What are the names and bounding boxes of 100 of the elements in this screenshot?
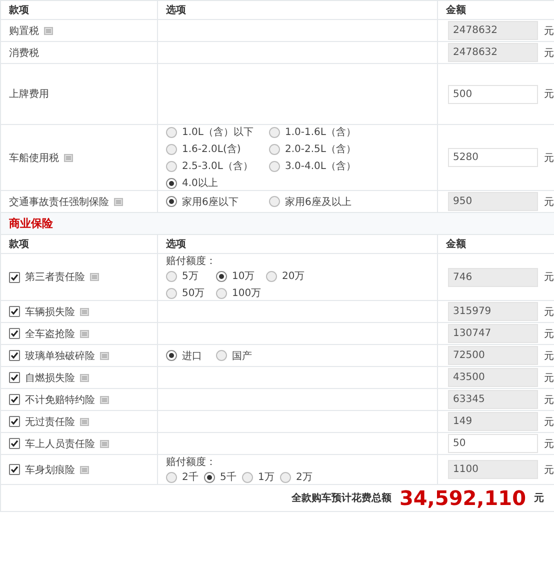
radio-button[interactable] — [166, 178, 177, 188]
info-icon[interactable] — [80, 466, 89, 474]
amount-field[interactable]: 2478632 — [448, 43, 538, 62]
option-label: 1万 — [258, 471, 274, 484]
radio-button[interactable] — [166, 472, 177, 482]
option-label: 家用6座及以上 — [285, 196, 352, 208]
column-header: 款项 — [9, 5, 29, 16]
amount-field[interactable]: 1100 — [448, 460, 538, 479]
amount-field[interactable]: 149 — [448, 412, 538, 431]
checkbox[interactable] — [9, 416, 20, 427]
radio-button[interactable] — [266, 270, 277, 282]
unit-label: 元 — [544, 372, 554, 384]
unit-label: 元 — [544, 271, 554, 284]
option-label: 2.5-3.0L（含） — [182, 160, 253, 173]
total-value: 34,592,110 — [399, 486, 526, 510]
checkbox[interactable] — [9, 306, 20, 317]
radio-button[interactable] — [166, 160, 177, 172]
radio-button[interactable] — [166, 288, 177, 298]
item-label: 不计免赔特约险 — [25, 394, 95, 406]
radio-button[interactable] — [269, 196, 280, 207]
amount-field[interactable]: 72500 — [448, 346, 538, 365]
info-icon[interactable] — [64, 154, 73, 162]
checkbox[interactable] — [9, 272, 20, 282]
unit-label: 元 — [534, 492, 544, 505]
option-label: 3.0-4.0L（含） — [285, 160, 356, 173]
info-icon[interactable] — [100, 440, 109, 448]
radio-button[interactable] — [204, 472, 215, 482]
option-label: 1.0-1.6L（含） — [285, 126, 356, 139]
item-label: 交通事故责任强制保险 — [9, 196, 109, 208]
radio-button[interactable] — [216, 350, 227, 361]
radio-button[interactable] — [269, 144, 280, 154]
radio-button[interactable] — [280, 472, 291, 482]
radio-button[interactable] — [166, 144, 177, 154]
radio-button[interactable] — [166, 126, 177, 138]
unit-label: 元 — [544, 416, 554, 428]
total-label: 全款购车预计花费总额 — [291, 491, 392, 505]
checkbox[interactable] — [9, 328, 20, 339]
option-label: 4.0以上 — [182, 176, 218, 190]
radio-button[interactable] — [269, 160, 280, 172]
item-label: 车辆损失险 — [25, 306, 75, 318]
radio-button[interactable] — [269, 126, 280, 138]
radio-button[interactable] — [242, 472, 253, 482]
option-label: 5千 — [220, 470, 236, 484]
amount-field[interactable]: 63345 — [448, 390, 538, 409]
amount-field[interactable]: 5280 — [448, 148, 538, 167]
amount-field[interactable]: 950 — [448, 192, 538, 211]
option-title: 赔付额度： — [166, 254, 217, 268]
info-icon[interactable] — [80, 330, 89, 338]
item-label: 全车盗抢险 — [25, 328, 75, 340]
info-icon[interactable] — [80, 418, 89, 426]
info-icon[interactable] — [114, 198, 123, 206]
checkbox[interactable] — [9, 464, 20, 475]
item-label: 车船使用税 — [9, 152, 59, 164]
option-title: 赔付额度： — [166, 456, 217, 469]
amount-field[interactable]: 50 — [448, 434, 538, 453]
amount-field[interactable]: 2478632 — [448, 21, 538, 40]
checkbox[interactable] — [9, 394, 20, 405]
item-label: 玻璃单独破碎险 — [25, 350, 95, 362]
info-icon[interactable] — [100, 396, 109, 404]
option-label: 2.0-2.5L（含） — [285, 142, 356, 156]
unit-label: 元 — [544, 438, 554, 450]
unit-label: 元 — [544, 46, 554, 60]
item-label: 车上人员责任险 — [25, 438, 95, 450]
radio-button[interactable] — [166, 350, 177, 361]
option-label: 国产 — [232, 350, 252, 362]
option-label: 100万 — [232, 287, 262, 300]
option-label: 10万 — [232, 270, 255, 283]
option-label: 20万 — [282, 270, 305, 283]
unit-label: 元 — [544, 24, 554, 38]
radio-button[interactable] — [216, 270, 227, 282]
unit-label: 元 — [544, 464, 554, 476]
amount-field[interactable]: 43500 — [448, 368, 538, 387]
amount-field[interactable]: 315979 — [448, 302, 538, 321]
item-label: 第三者责任险 — [25, 270, 85, 284]
column-header: 金额 — [446, 5, 466, 16]
radio-button[interactable] — [166, 270, 177, 282]
amount-field[interactable]: 746 — [448, 268, 538, 286]
column-header: 选项 — [166, 239, 186, 250]
option-label: 5万 — [182, 270, 198, 283]
option-label: 进口 — [182, 350, 202, 362]
checkbox[interactable] — [9, 372, 20, 383]
unit-label: 元 — [544, 88, 554, 101]
amount-field[interactable]: 500 — [448, 84, 538, 104]
column-header: 选项 — [166, 5, 186, 16]
unit-label: 元 — [544, 306, 554, 318]
radio-button[interactable] — [216, 288, 227, 298]
info-icon[interactable] — [80, 308, 89, 316]
radio-button[interactable] — [166, 196, 177, 207]
unit-label: 元 — [544, 196, 554, 208]
option-label: 50万 — [182, 287, 205, 300]
info-icon[interactable] — [100, 352, 109, 360]
option-label: 家用6座以下 — [182, 196, 238, 208]
info-icon[interactable] — [44, 26, 53, 34]
info-icon[interactable] — [80, 374, 89, 382]
checkbox[interactable] — [9, 438, 20, 449]
info-icon[interactable] — [90, 273, 99, 281]
amount-field[interactable]: 130747 — [448, 324, 538, 343]
unit-label: 元 — [544, 152, 554, 164]
unit-label: 元 — [544, 350, 554, 362]
checkbox[interactable] — [9, 350, 20, 361]
